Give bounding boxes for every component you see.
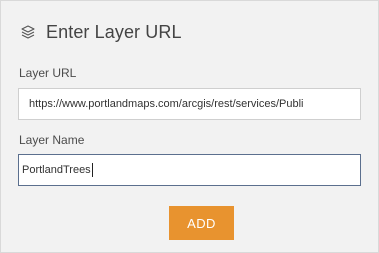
layer-url-label: Layer URL bbox=[19, 66, 77, 80]
layer-name-label: Layer Name bbox=[19, 133, 85, 147]
layer-name-input[interactable]: PortlandTrees bbox=[18, 154, 361, 186]
layer-url-value: https://www.portlandmaps.com/arcgis/rest… bbox=[29, 98, 304, 110]
panel-header: Enter Layer URL bbox=[18, 18, 182, 46]
text-caret bbox=[91, 163, 93, 178]
add-layer-panel: Enter Layer URL Layer URL https://www.po… bbox=[0, 0, 379, 253]
add-button[interactable]: ADD bbox=[169, 206, 234, 240]
layers-icon bbox=[18, 22, 38, 42]
panel-title: Enter Layer URL bbox=[46, 21, 182, 42]
layer-name-value: PortlandTrees bbox=[22, 164, 91, 176]
layer-url-input[interactable]: https://www.portlandmaps.com/arcgis/rest… bbox=[18, 88, 361, 120]
